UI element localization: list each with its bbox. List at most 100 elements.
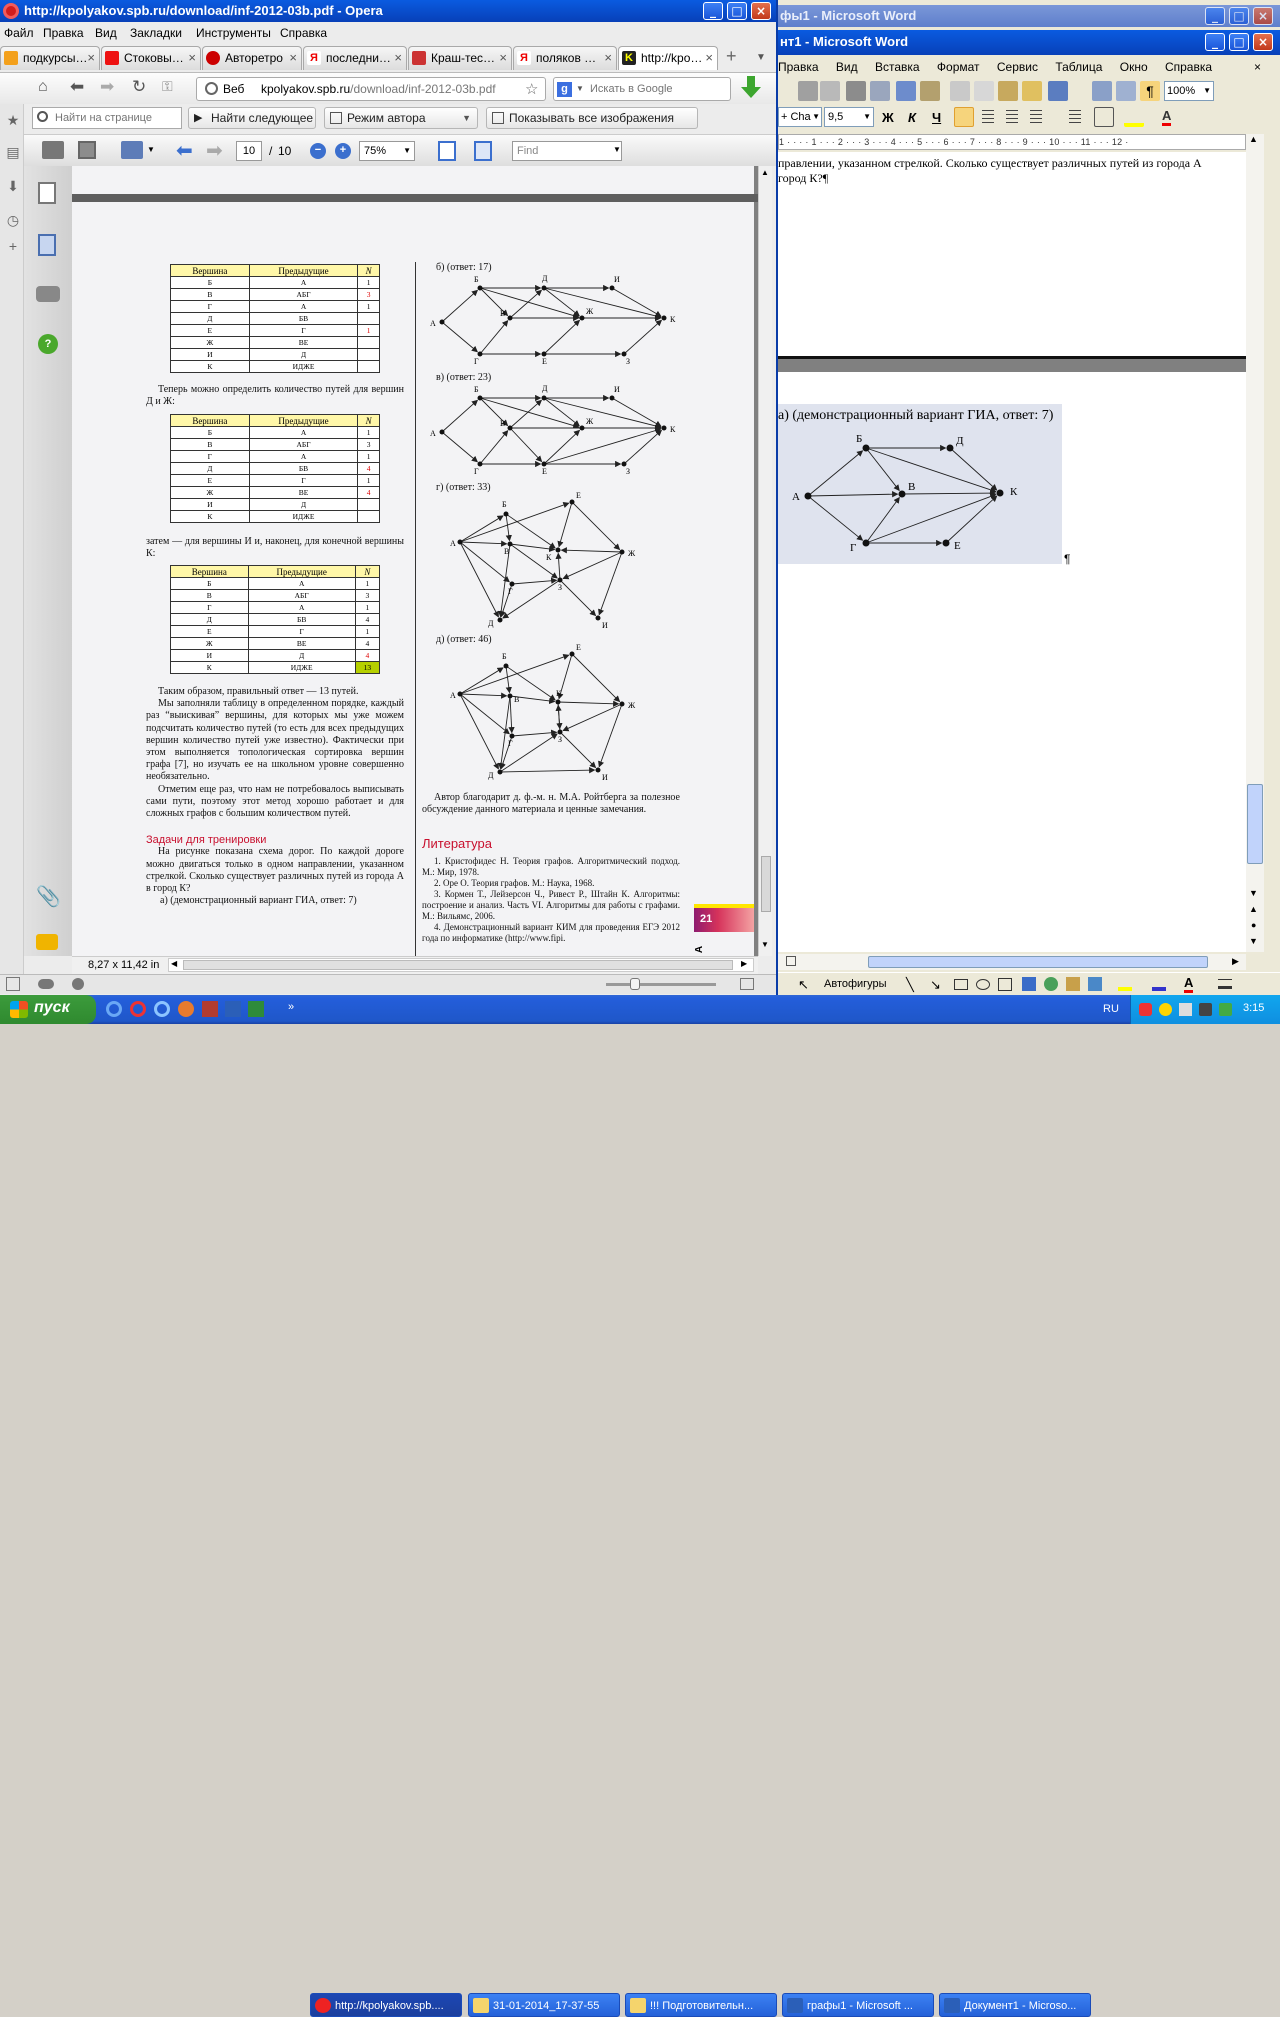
tab-list-icon[interactable]: ▼ — [756, 52, 766, 63]
minimize-button[interactable]: _ — [703, 2, 723, 20]
scroll-up-icon[interactable]: ▲ — [761, 168, 769, 177]
fill-color-icon[interactable] — [1118, 977, 1132, 991]
ie-icon[interactable] — [106, 1001, 122, 1017]
style-select[interactable]: + Cha ▼ — [778, 107, 822, 127]
show-images-button[interactable]: Показывать все изображения — [486, 107, 698, 129]
word1-close-button[interactable]: × — [1253, 7, 1273, 25]
binoculars-icon[interactable] — [36, 286, 60, 302]
menu-edit[interactable]: Правка — [43, 23, 84, 43]
fit-page-icon[interactable] — [474, 141, 492, 161]
word-quicklaunch-icon[interactable] — [225, 1001, 241, 1017]
word-menu-table[interactable]: Таблица — [1055, 60, 1102, 74]
word-horizontal-scrollbar[interactable]: ▶ — [778, 954, 1246, 970]
menu-help[interactable]: Справка — [280, 23, 327, 43]
taskbar-folder-2[interactable]: !!! Подготовительн... — [625, 1993, 777, 2017]
cloud-icon[interactable] — [38, 979, 54, 989]
find-input[interactable] — [55, 111, 179, 125]
excel-quicklaunch-icon[interactable] — [248, 1001, 264, 1017]
copy-icon[interactable] — [974, 81, 994, 101]
h-scroll-thumb[interactable] — [183, 960, 733, 970]
downloads-panel-icon[interactable]: ⬇ — [4, 178, 22, 196]
word-zoom-select[interactable]: 100% ▼ — [1164, 81, 1214, 101]
key-icon[interactable]: ⚿ — [162, 78, 173, 95]
word1-maximize-button[interactable]: □ — [1229, 7, 1249, 25]
save-icon[interactable] — [78, 141, 96, 159]
fit-width-icon[interactable] — [438, 141, 456, 161]
picture-icon[interactable] — [1088, 977, 1102, 991]
permission-icon[interactable] — [820, 81, 840, 101]
word-menu-close-icon[interactable]: × — [1254, 58, 1261, 76]
find-field[interactable] — [32, 107, 182, 129]
close-tab-icon[interactable]: × — [394, 47, 402, 69]
highlight-icon[interactable] — [1124, 107, 1144, 127]
close-tab-icon[interactable]: × — [499, 47, 507, 69]
firefox-icon[interactable] — [178, 1001, 194, 1017]
scroll-left-icon[interactable]: ◀ — [171, 959, 177, 968]
select-browse-icon[interactable]: ● — [1251, 920, 1256, 930]
address-field[interactable]: Веб kpolyakov.spb.ru/download/inf-2012-0… — [196, 77, 546, 101]
google-search-field[interactable]: g ▼ — [553, 77, 731, 101]
font-size-select[interactable]: 9,5 ▼ — [824, 107, 874, 127]
borders-icon[interactable] — [1094, 107, 1114, 127]
print-setup-icon[interactable] — [121, 141, 143, 159]
align-left-icon[interactable] — [954, 107, 974, 127]
pages-icon[interactable] — [38, 182, 56, 204]
previous-page-icon[interactable]: ⬅ — [176, 138, 193, 163]
view-mode-icon[interactable] — [786, 956, 796, 966]
scroll-down-icon[interactable]: ▼ — [1249, 888, 1258, 898]
menu-tools[interactable]: Инструменты — [196, 23, 271, 43]
zoom-in-icon[interactable]: + — [335, 143, 351, 159]
format-painter-icon[interactable] — [1022, 81, 1042, 101]
underline-button[interactable]: Ч — [932, 110, 941, 125]
view-icon[interactable] — [740, 978, 754, 990]
turbo-icon[interactable] — [72, 978, 84, 990]
word2-close-button[interactable]: × — [1253, 33, 1273, 51]
zoom-out-icon[interactable]: − — [310, 143, 326, 159]
bold-button[interactable]: Ж — [882, 110, 894, 125]
word-menu-edit[interactable]: Правка — [778, 60, 819, 74]
word-vertical-scrollbar[interactable]: ▲ ▼ ▲ ● ▼ — [1246, 134, 1264, 952]
ie2-icon[interactable] — [154, 1001, 170, 1017]
tray-antivirus-icon[interactable] — [1199, 1003, 1212, 1016]
print-preview-icon[interactable] — [870, 81, 890, 101]
search-dropdown-icon[interactable]: ▼ — [576, 84, 584, 93]
fax-icon[interactable] — [798, 81, 818, 101]
wordart-icon[interactable] — [1022, 977, 1036, 991]
close-tab-icon[interactable]: × — [705, 47, 713, 69]
tab-2[interactable]: Стоковы… × — [101, 46, 201, 70]
comments-icon[interactable] — [36, 934, 58, 950]
h-scroll-thumb[interactable] — [868, 956, 1208, 968]
author-mode-button[interactable]: Режим автора ▼ — [324, 107, 478, 129]
pdf-horizontal-scrollbar[interactable]: ◀ ▶ — [168, 958, 754, 972]
menu-bookmarks[interactable]: Закладки — [130, 23, 182, 43]
find-next-button[interactable]: ▶ Найти следующее — [188, 107, 316, 129]
opera-quicklaunch-icon[interactable] — [130, 1001, 146, 1017]
oval-icon[interactable] — [976, 979, 990, 990]
word-menu-window[interactable]: Окно — [1120, 60, 1148, 74]
textbox-icon[interactable] — [998, 978, 1012, 991]
bookmark-star-icon[interactable]: ☆ — [525, 80, 538, 98]
line-icon[interactable]: ╲ — [906, 977, 914, 993]
print-icon[interactable] — [846, 81, 866, 101]
columns-icon[interactable] — [1116, 81, 1136, 101]
tray-network-icon[interactable] — [1159, 1003, 1172, 1016]
chevron-down-icon[interactable]: ▼ — [147, 145, 155, 154]
language-indicator[interactable]: RU — [1103, 1003, 1119, 1015]
add-panel-icon[interactable]: + — [4, 238, 22, 256]
numbering-icon[interactable] — [1064, 107, 1084, 127]
scroll-down-icon[interactable]: ▼ — [761, 940, 769, 949]
font-color-icon[interactable]: A — [1162, 109, 1172, 126]
word-menu-tools[interactable]: Сервис — [997, 60, 1038, 74]
close-tab-icon[interactable]: × — [87, 47, 95, 69]
tray-volume-icon[interactable] — [1179, 1003, 1192, 1016]
bookmarks-icon[interactable] — [38, 234, 56, 256]
attachment-icon[interactable]: 📎 — [36, 884, 61, 909]
next-page-icon[interactable]: ➡ — [206, 138, 223, 163]
back-icon[interactable]: ⬅ — [70, 77, 84, 97]
history-panel-icon[interactable]: ◷ — [4, 212, 22, 230]
zoom-slider[interactable] — [606, 983, 716, 986]
rectangle-icon[interactable] — [954, 979, 968, 990]
download-icon[interactable] — [741, 76, 761, 98]
cut-icon[interactable] — [950, 81, 970, 101]
word-titlebar-2[interactable]: нт1 - Microsoft Word _ □ × — [778, 30, 1280, 55]
